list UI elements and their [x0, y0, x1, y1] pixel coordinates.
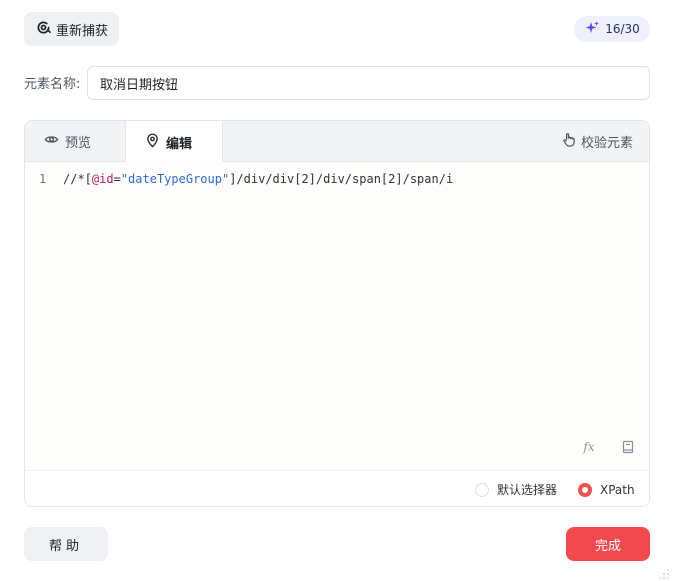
tab-edit[interactable]: 编辑 [125, 121, 223, 163]
tab-preview-label: 预览 [65, 136, 92, 151]
line-number: 1 [39, 172, 47, 186]
eye-icon [44, 132, 59, 151]
radio-xpath[interactable]: XPath [578, 471, 635, 506]
xpath-code-line[interactable]: //*[@id="dateTypeGroup"]/div/div[2]/div/… [63, 172, 453, 186]
sparkle-icon [584, 20, 600, 39]
editor-tab-bar: 预览 编辑 校验元素 [25, 121, 649, 163]
element-name-input[interactable] [87, 66, 650, 100]
radio-checked-icon[interactable] [578, 482, 592, 497]
counter-text: 16/30 [605, 22, 640, 36]
help-button[interactable]: 帮助 [24, 527, 108, 561]
code-editor[interactable]: 1 //*[@id="dateTypeGroup"]/div/div[2]/di… [25, 162, 649, 470]
location-pin-icon [145, 133, 160, 152]
radio-default-selector[interactable]: 默认选择器 [475, 471, 558, 506]
validate-element-button[interactable]: 校验元素 [561, 121, 633, 162]
tab-edit-label: 编辑 [166, 136, 193, 152]
element-name-label: 元素名称: [24, 77, 81, 92]
radio-unchecked-icon[interactable] [475, 482, 489, 497]
selector-type-row: 默认选择器 XPath [25, 470, 649, 506]
radio-xpath-label: XPath [600, 482, 635, 497]
recapture-icon [36, 20, 51, 39]
done-button[interactable]: 完成 [566, 527, 650, 561]
counter-badge: 16/30 [574, 16, 650, 42]
validate-label: 校验元素 [580, 136, 633, 151]
fx-function-button[interactable]: fx [579, 440, 599, 458]
code-equals: = [113, 172, 121, 186]
recapture-button[interactable]: 重新捕获 [24, 12, 119, 46]
resize-grip-icon[interactable] [658, 565, 670, 579]
code-suffix: ]/div/div[2]/div/span[2]/span/i [229, 172, 454, 186]
recapture-label: 重新捕获 [56, 23, 109, 39]
code-attribute: @id [91, 172, 114, 186]
tab-preview[interactable]: 预览 [44, 121, 91, 162]
radio-default-label: 默认选择器 [497, 483, 558, 497]
book-icon[interactable] [621, 440, 637, 456]
selector-editor-panel: 预览 编辑 校验元素 1 //*[@id="dateTypeGroup"]/di… [24, 120, 650, 507]
code-string: "dateTypeGroup" [120, 172, 230, 186]
code-prefix: //*[ [63, 172, 92, 186]
hand-pointer-icon [561, 132, 576, 151]
